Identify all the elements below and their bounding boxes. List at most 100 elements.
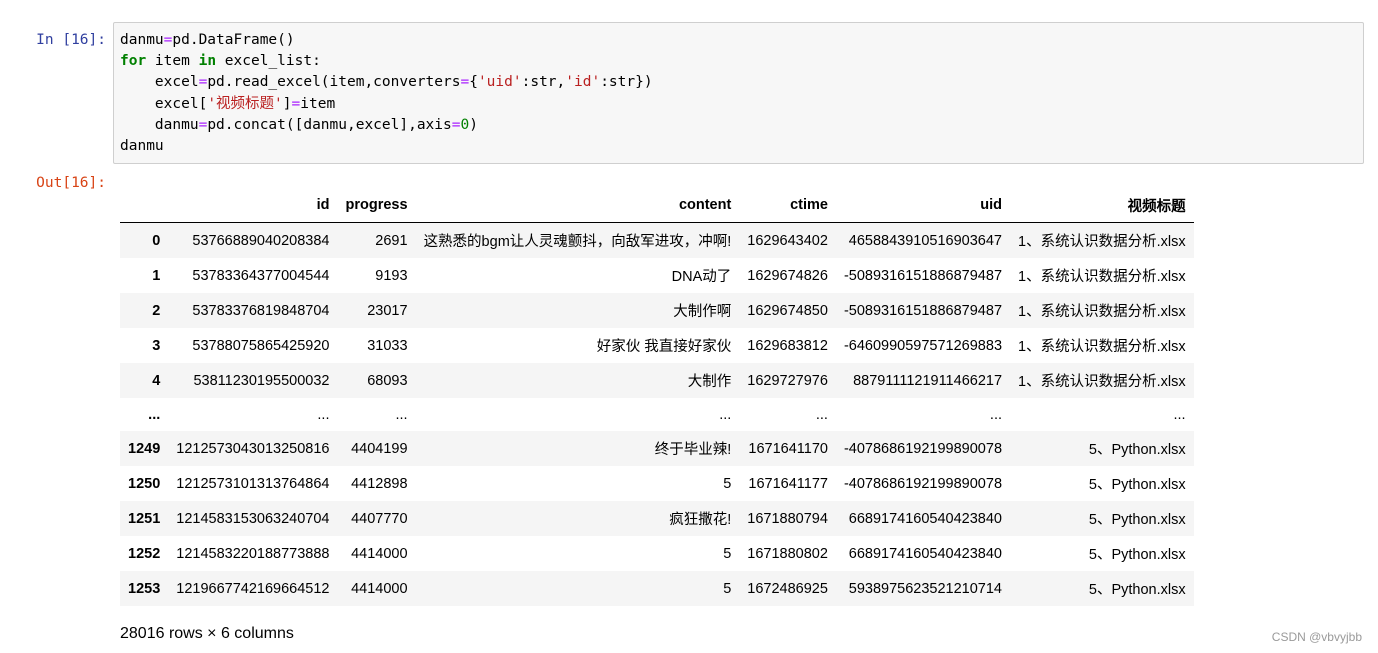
table-cell: 5、Python.xlsx [1088,547,1186,563]
table-cell: 5 [723,475,732,492]
table-cell: DNA动了 [671,269,732,285]
table-cell: 1629643402 [747,232,828,249]
table-cell: 1214583153063240704 [176,510,330,527]
table-cell: 1212573101313764864 [176,475,330,492]
table-cell: 1、系统认识数据分析.xlsx [1018,234,1186,250]
table-row: 1 53783364377004544 9193 DNA动了 1629674826 -50… [120,258,1194,293]
table-row: 0 53766889040208384 2691 这熟悉的bgm让人灵魂颤抖，向敌军进… [120,222,1194,258]
column-header: ctime [739,188,836,223]
table-cell: 1629727976 [747,372,828,389]
row-index: 3 [152,337,161,354]
table-cell: 1629674850 [747,302,828,319]
table-cell: 1、系统认识数据分析.xlsx [1018,269,1186,285]
dataframe-shape: 28016 rows × 6 columns [120,625,294,642]
watermark: CSDN @vbvyjbb [1271,630,1362,644]
table-cell: 1214583220188773888 [176,545,330,562]
table-cell: 4414000 [351,545,408,562]
table-cell: 终于毕业辣! [654,442,732,458]
header-row: id progress content ctime uid 视频标题 [120,188,1194,223]
column-header: 视频标题 [1010,188,1194,223]
table-cell: 5938975623521210714 [848,580,1003,597]
table-cell: 1629674826 [747,267,828,284]
row-index: 1251 [128,510,161,527]
table-cell: -4078686192199890078 [843,475,1003,492]
table-cell: 53783364377004544 [192,267,330,284]
table-cell: 5 [723,545,732,562]
row-index: ... [148,406,161,423]
table-cell: 2691 [375,232,408,249]
table-cell: ... [989,406,1003,423]
row-index: 1252 [128,545,161,562]
table-row: 1251 1214583153063240704 4407770 疯狂撒花! 16718… [120,501,1194,536]
table-row: 1252 1214583220188773888 4414000 5 167188080… [120,536,1194,571]
code-text: danmu=pd.DataFrame() for item in excel_l… [120,32,653,155]
table-cell: 1671641177 [748,475,828,492]
table-cell: 5 [723,580,732,597]
table-cell: 68093 [367,372,408,389]
table-cell: 1、系统认识数据分析.xlsx [1018,339,1186,355]
table-cell: -6460990597571269883 [843,337,1003,354]
table-cell: 5、Python.xlsx [1088,477,1186,493]
table-cell: 1671880802 [747,545,828,562]
table-cell: 1671880794 [747,510,828,527]
table-cell: 4404199 [351,440,408,457]
table-cell: 4412898 [351,475,408,492]
column-header: uid [835,188,1011,223]
table-cell: 6689174160540423840 [848,510,1003,527]
table-cell: ... [395,406,408,423]
table-cell: 1、系统认识数据分析.xlsx [1018,374,1186,390]
table-cell: -5089316151886879487 [843,267,1003,284]
table-cell: 31033 [367,337,408,354]
table-cell: 23017 [367,302,408,319]
table-cell: 53811230195500032 [193,372,330,389]
table-cell: -4078686192199890078 [843,440,1003,457]
dataframe-header: id progress content ctime uid 视频标题 [120,188,1194,223]
table-cell: 9193 [375,267,408,284]
table-cell: 5、Python.xlsx [1088,442,1186,458]
row-index: 0 [152,232,161,249]
table-cell: 465884391051690364​7 [848,232,1003,249]
table-cell: 53766889040208384 [192,232,330,249]
row-index: 4 [152,372,161,389]
table-cell: 1671641170 [748,440,828,457]
table-cell: ... [1173,406,1186,423]
column-header: progress [337,188,416,223]
header-index [120,188,169,223]
table-cell: 1、系统认识数据分析.xlsx [1018,304,1186,320]
row-index: 1250 [128,475,161,492]
table-row: ..................... [120,398,1194,431]
input-prompt: In [16]: [36,32,106,48]
table-cell: 8879111121911466217 [853,372,1003,389]
table-row: 1253 1219667742169664512 4414000 5 167248692… [120,571,1194,606]
dataframe-body: 0 53766889040208384 2691 这熟悉的bgm让人灵魂颤抖，向敌军进… [120,222,1194,606]
table-cell: 6689174160540423840 [848,545,1003,562]
row-index: 2 [152,302,161,319]
output-prompt: Out[16]: [36,175,106,191]
code-cell-editor[interactable]: danmu=pd.DataFrame() for item in excel_l… [113,22,1364,164]
table-cell: 好家伙 我直接好家伙 [596,339,732,355]
row-index: 1253 [128,580,161,597]
row-index: 1249 [128,440,161,457]
table-cell: 1672486925 [747,580,828,597]
table-cell: 5、Python.xlsx [1088,582,1186,598]
table-cell: 1629683812 [747,337,828,354]
table-cell: 大制作 [687,374,732,390]
table-row: 3 53788075865425920 31033 好家伙 我直接好家伙 1629683… [120,328,1194,363]
table-cell: 疯狂撒花! [669,512,732,528]
table-cell: 5、Python.xlsx [1088,512,1186,528]
table-cell: 4414000 [351,580,408,597]
table-cell: 这熟悉的bgm让人灵魂颤抖，向敌军进攻，冲啊! [423,234,732,250]
table-cell: ... [815,406,828,423]
table-cell: 53783376819848704 [192,302,330,319]
dataframe-output: id progress content ctime uid 视频标题 0 537668890… [120,188,1194,606]
dataframe-table: id progress content ctime uid 视频标题 0 537668890… [120,188,1194,606]
table-cell: ... [719,406,732,423]
table-row: 1249 1212573043013250816 4404199 终于毕业辣! 1671… [120,431,1194,466]
table-cell: -5089316151886879487 [843,302,1003,319]
table-cell: 1219667742169664512 [176,580,330,597]
row-index: 1 [152,267,161,284]
table-row: 1250 1212573101313764864 4412898 5 167164117… [120,466,1194,501]
table-row: 2 53783376819848704 23017 大制作啊 1629674850 -50… [120,293,1194,328]
table-row: 4 53811230195500032 68093 大制作 1629727976 8879… [120,363,1194,398]
table-cell: ... [317,406,330,423]
